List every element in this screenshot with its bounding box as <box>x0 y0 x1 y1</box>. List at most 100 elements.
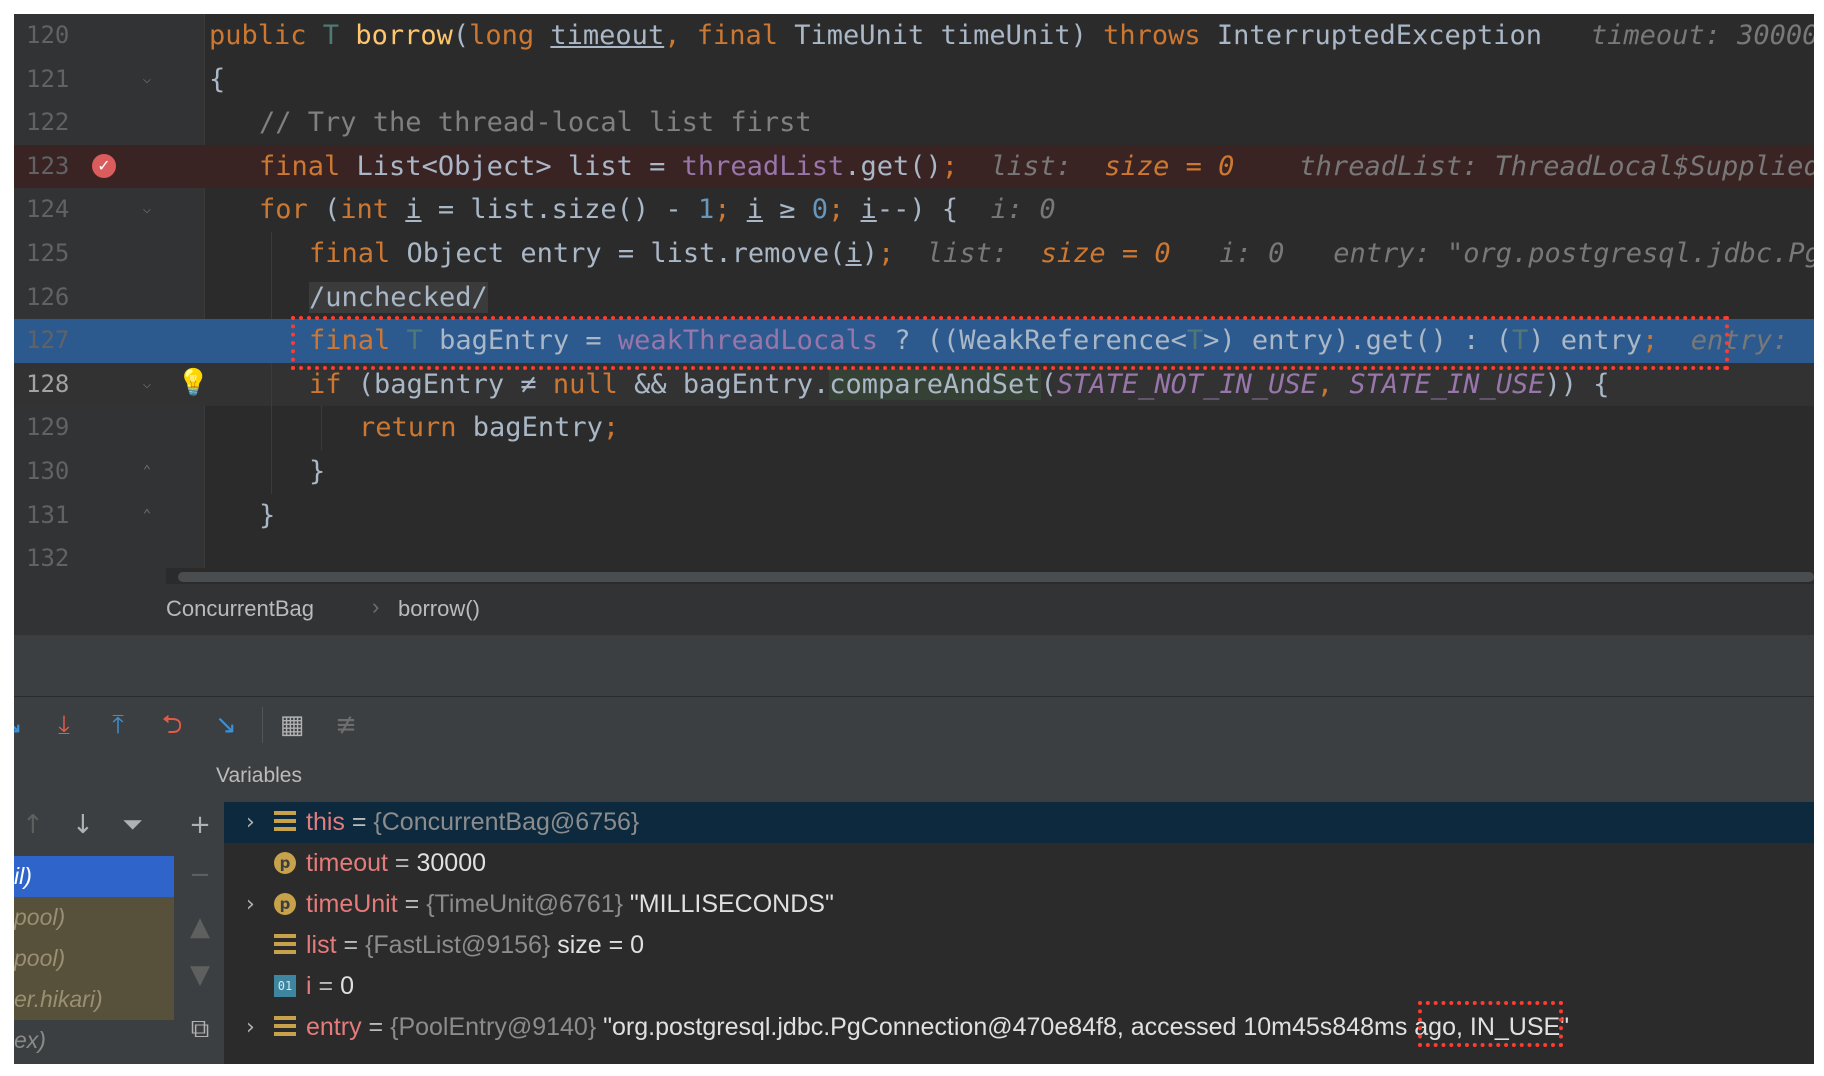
variables-tree[interactable]: › this = {ConcurrentBag@6756} p timeout … <box>224 802 1814 1064</box>
comma: , <box>1316 368 1350 400</box>
frame-item[interactable]: il) <box>14 856 174 897</box>
object-ref: {TimeUnit@6761} <box>426 890 623 918</box>
variable-row[interactable]: › entry = {PoolEntry@9140} "org.postgres… <box>224 1007 1814 1048</box>
frame-item[interactable]: pool) <box>14 897 174 938</box>
variable-name: timeout <box>306 849 388 877</box>
inline-debug-hint: list: <box>926 238 1009 269</box>
scrollbar-thumb[interactable] <box>178 572 1814 582</box>
expand-icon[interactable]: › <box>246 1007 255 1048</box>
keyword: long <box>469 20 551 51</box>
frame-item[interactable]: ex) <box>14 1020 174 1061</box>
filter-icon[interactable]: ⏷ <box>122 810 143 841</box>
trace-icon[interactable]: ≢ <box>326 705 366 745</box>
breadcrumb-method[interactable]: borrow() <box>398 596 480 622</box>
line-number[interactable]: 121 <box>26 58 86 102</box>
expression: ) entry <box>1528 325 1643 357</box>
line-number[interactable]: 123 <box>26 145 86 189</box>
frame-item[interactable]: er.hikari) <box>14 979 174 1020</box>
indent-guide <box>321 406 322 450</box>
line-number[interactable]: 124 <box>26 188 86 232</box>
fold-marker-icon[interactable]: ⌵ <box>138 70 156 88</box>
fold-marker-icon[interactable]: ⌵ <box>138 200 156 218</box>
remove-watch-icon[interactable]: − <box>186 860 214 890</box>
evaluate-expression-icon[interactable]: ▦ <box>272 705 312 745</box>
run-to-cursor-icon[interactable]: ↘ <box>206 705 246 745</box>
code-line[interactable]: 125 final Object entry = list.remove(i);… <box>14 232 1814 276</box>
frame-down-icon[interactable]: ↓ <box>72 810 94 840</box>
object-ref: {PoolEntry@9140} <box>390 1013 597 1041</box>
line-number[interactable]: 125 <box>26 232 86 276</box>
variable-name: timeUnit <box>306 890 398 918</box>
line-number[interactable]: 127 <box>26 319 86 363</box>
variable-row[interactable]: p timeout = 30000 <box>224 843 1814 884</box>
code-comment: // Try the thread-local list first <box>259 107 812 139</box>
var-ref: bagEntry <box>472 412 603 444</box>
indent-guide <box>271 362 272 407</box>
code-line[interactable]: 124 ⌵ for (int i = list.size() - 1; i ≥ … <box>14 188 1814 232</box>
fold-marker-icon[interactable]: ⌃ <box>138 462 156 480</box>
field-ref: weakThreadLocals <box>617 325 878 357</box>
lightbulb-icon[interactable]: 💡 <box>177 368 209 398</box>
line-number[interactable]: 129 <box>26 406 86 450</box>
param-name: timeout <box>550 20 665 51</box>
line-number[interactable]: 120 <box>26 14 86 58</box>
fold-marker-icon[interactable]: ⌃ <box>138 506 156 524</box>
fold-marker-icon[interactable]: ⌵ <box>138 375 156 393</box>
move-up-icon[interactable]: ▲ <box>186 912 214 942</box>
method-call: .get() <box>844 150 942 182</box>
drop-frame-icon[interactable]: ⮌ <box>152 705 192 745</box>
variable-value: 30000 <box>416 849 487 877</box>
constant-ref: STATE_IN_USE <box>1349 368 1545 400</box>
variable-row[interactable]: 01 i = 0 <box>224 966 1814 1007</box>
frame-item[interactable]: pool) <box>14 938 174 979</box>
code-editor[interactable]: 120 public T borrow(long timeout, final … <box>14 14 1814 584</box>
line-number[interactable]: 126 <box>26 276 86 320</box>
equals-sign: = <box>336 931 366 959</box>
code-line[interactable]: 122 // Try the thread-local list first <box>14 101 1814 145</box>
paren: ( <box>1040 368 1057 400</box>
semicolon: ; <box>877 238 895 269</box>
move-down-icon[interactable]: ▼ <box>186 960 214 990</box>
copy-icon[interactable]: ⧉ <box>186 1014 214 1045</box>
line-number[interactable]: 132 <box>26 537 86 581</box>
expand-icon[interactable]: › <box>246 802 255 843</box>
declaration: List<Object> list = <box>356 150 682 182</box>
code-line-breakpoint[interactable]: 123 ✓ final List<Object> list = threadLi… <box>14 144 1814 189</box>
add-watch-icon[interactable]: + <box>186 810 214 840</box>
code-line-execution-point[interactable]: 127 final T bagEntry = weakThreadLocals … <box>14 319 1814 363</box>
variable-row[interactable]: list = {FastList@9156} size = 0 <box>224 925 1814 966</box>
line-number[interactable]: 122 <box>26 101 86 145</box>
code-line-current[interactable]: 128 ⌵ 💡 if (bagEntry ≠ null && bagEntry.… <box>14 362 1814 407</box>
field-icon <box>274 934 296 960</box>
method-call: compareAndSet <box>829 368 1041 400</box>
line-number[interactable]: 131 <box>26 494 86 538</box>
code-line[interactable]: 129 return bagEntry; <box>14 406 1814 450</box>
code-line[interactable]: 121 ⌵ { <box>14 58 1814 102</box>
inline-debug-hint: threadList: ThreadLocal$SuppliedThreadLo… <box>1299 150 1814 182</box>
horizontal-scrollbar[interactable] <box>166 568 1814 584</box>
breadcrumb-class[interactable]: ConcurrentBag <box>166 596 314 622</box>
code-line[interactable]: 130 ⌃ } <box>14 450 1814 494</box>
expand-icon[interactable]: › <box>246 884 255 925</box>
step-into-icon[interactable]: ⤓ <box>44 705 84 745</box>
folded-annotation[interactable]: /unchecked/ <box>309 281 488 313</box>
line-number[interactable]: 128 <box>26 363 86 407</box>
code-line[interactable]: 120 public T borrow(long timeout, final … <box>14 14 1814 58</box>
code-line[interactable]: 126 /unchecked/ <box>14 275 1814 320</box>
var-ref: i <box>860 194 877 226</box>
breakpoint-icon[interactable]: ✓ <box>92 153 116 178</box>
semicolon: ; <box>828 194 861 226</box>
inline-debug-hint: i: 0 <box>990 194 1056 226</box>
step-out-icon[interactable]: ⤒ <box>98 705 138 745</box>
parameter-icon: p <box>274 893 296 915</box>
code-line[interactable]: 131 ⌃ } <box>14 494 1814 538</box>
variable-value: "org.postgresql.jdbc.PgConnection@470e84… <box>596 1013 1570 1041</box>
primitive-icon: 01 <box>274 975 296 997</box>
inline-debug-hint: list: <box>990 150 1072 182</box>
frame-up-icon[interactable]: ↑ <box>22 810 44 840</box>
line-number[interactable]: 130 <box>26 450 86 494</box>
equals-sign: = <box>361 1013 391 1041</box>
variable-row[interactable]: › this = {ConcurrentBag@6756} <box>224 802 1814 843</box>
variable-row[interactable]: › p timeUnit = {TimeUnit@6761} "MILLISEC… <box>224 884 1814 925</box>
step-over-icon[interactable]: ↘ <box>14 705 32 745</box>
